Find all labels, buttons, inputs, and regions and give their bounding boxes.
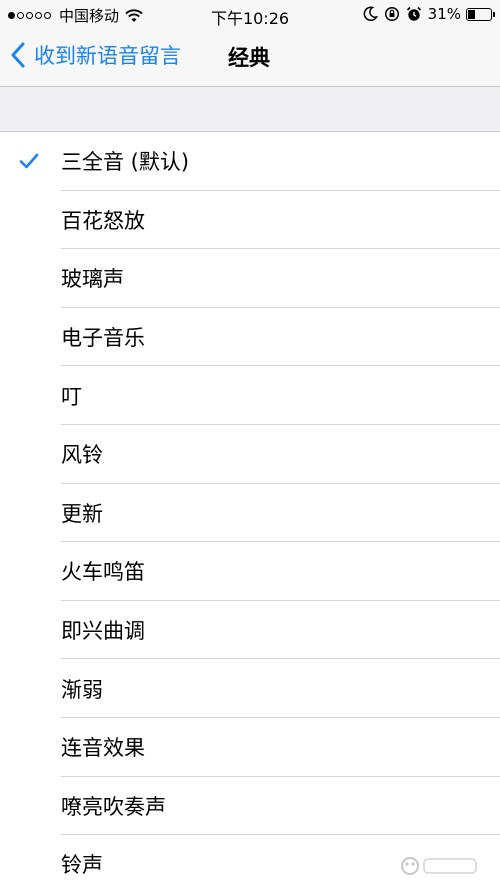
checkmark-icon [19, 153, 39, 169]
rotation-lock-icon [384, 6, 399, 22]
list-item[interactable]: 三全音 (默认) [0, 132, 500, 191]
list-item-label: 电子音乐 [61, 326, 145, 351]
list-item-label: 嘹亮吹奏声 [61, 794, 166, 819]
list-item-label: 玻璃声 [61, 267, 124, 292]
list-item[interactable]: 嘹亮吹奏声 [0, 777, 500, 836]
list-item-label: 更新 [61, 501, 103, 526]
chevron-left-icon [11, 42, 25, 68]
list-item[interactable]: 叮 [0, 366, 500, 425]
list-item-label: 百花怒放 [61, 208, 145, 233]
list-item[interactable]: 即兴曲调 [0, 601, 500, 660]
list-item[interactable]: 百花怒放 [0, 191, 500, 250]
list-item[interactable]: 渐弱 [0, 659, 500, 718]
battery-icon [466, 7, 495, 21]
list-item[interactable]: 火车鸣笛 [0, 542, 500, 601]
status-right: 31% [356, 5, 495, 23]
list-item-label: 叮 [61, 384, 82, 409]
navigation-bar: 收到新语音留言 经典 [0, 30, 500, 86]
back-button-label: 收到新语音留言 [34, 44, 181, 68]
alarm-icon [406, 6, 421, 21]
list-item-label: 三全音 (默认) [61, 150, 190, 175]
list-item[interactable]: 更新 [0, 484, 500, 543]
battery-level [468, 9, 475, 19]
list-item-label: 风铃 [61, 443, 103, 468]
screen: 中国移动 下午10:26 31% 收到新语音留言 经典 三全音 (默认) 百花怒… [0, 0, 500, 890]
list-item[interactable]: 玻璃声 [0, 249, 500, 308]
section-header [0, 86, 500, 132]
battery-percent: 31% [427, 5, 461, 23]
watermark-logo [401, 857, 477, 875]
list-item[interactable]: 连音效果 [0, 718, 500, 777]
status-bar: 中国移动 下午10:26 31% [0, 0, 500, 30]
list-item-label: 火车鸣笛 [61, 560, 145, 585]
back-button[interactable]: 收到新语音留言 [10, 40, 181, 70]
list-item-label: 渐弱 [61, 677, 103, 702]
list-item[interactable]: 风铃 [0, 425, 500, 484]
tone-list: 三全音 (默认) 百花怒放玻璃声电子音乐叮风铃更新火车鸣笛即兴曲调渐弱连音效果嘹亮… [0, 132, 500, 890]
list-item-label: 铃声 [61, 853, 103, 878]
list-item-label: 即兴曲调 [61, 619, 145, 644]
list-item-label: 连音效果 [61, 736, 145, 761]
page-title: 经典 [228, 46, 270, 70]
list-item[interactable]: 电子音乐 [0, 308, 500, 367]
moon-icon [363, 6, 378, 22]
